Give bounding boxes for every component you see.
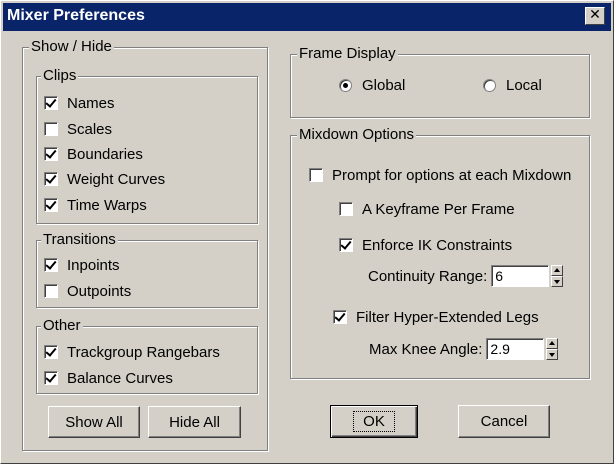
time-warps-label: Time Warps [67,196,147,214]
keyframe-per-frame-checkbox-box[interactable] [339,202,353,216]
frame-display-legend: Frame Display [297,45,398,62]
mixdown-options-legend: Mixdown Options [297,126,417,143]
checkbox-keyframe-per-frame[interactable]: A Keyframe Per Frame [339,199,515,219]
boundaries-label: Boundaries [67,145,143,163]
global-radio-dot[interactable] [339,78,352,92]
filter-legs-label: Filter Hyper-Extended Legs [356,308,539,326]
checkbox-trackgroup-rangebars[interactable]: Trackgroup Rangebars [44,342,220,362]
checkbox-names[interactable]: Names [44,93,115,113]
show-hide-legend: Show / Hide [29,38,114,55]
spin-down-icon[interactable] [546,349,559,360]
show-hide-group: Show / Hide Clips Names Scales Boundarie… [22,38,268,451]
names-label: Names [67,94,115,112]
max-knee-angle-row: Max Knee Angle: 2.9 [369,337,559,361]
checkbox-inpoints[interactable]: Inpoints [44,255,120,275]
close-icon: ✕ [589,7,601,23]
outpoints-label: Outpoints [67,282,132,300]
hide-all-button[interactable]: Hide All [148,406,241,438]
prompt-options-label: Prompt for options at each Mixdown [332,166,572,184]
checkbox-time-warps[interactable]: Time Warps [44,195,147,215]
checkbox-boundaries[interactable]: Boundaries [44,144,143,164]
balance-curves-label: Balance Curves [67,369,173,387]
ok-button[interactable]: OK [330,405,418,438]
global-label: Global [362,76,406,94]
checkbox-filter-legs[interactable]: Filter Hyper-Extended Legs [333,307,539,327]
continuity-range-spinner[interactable] [551,265,564,287]
mixer-preferences-dialog: Mixer Preferences ✕ Show / Hide Clips Na… [0,0,614,464]
show-all-button[interactable]: Show All [48,406,140,438]
weight-curves-checkbox-box[interactable] [44,172,58,186]
outpoints-checkbox-box[interactable] [44,284,58,298]
spin-up-icon[interactable] [546,338,559,349]
max-knee-angle-spinner[interactable] [546,338,559,360]
enforce-ik-checkbox-box[interactable] [339,238,353,252]
trackgroup-rangebars-label: Trackgroup Rangebars [67,343,220,361]
clips-group: Clips Names Scales Boundaries Weight Cur… [36,67,258,224]
weight-curves-label: Weight Curves [67,170,166,188]
balance-curves-checkbox-box[interactable] [44,371,58,385]
clips-legend: Clips [41,67,79,84]
window-title: Mixer Preferences [7,7,145,24]
inpoints-checkbox-box[interactable] [44,258,58,272]
close-button[interactable]: ✕ [585,7,605,25]
mixdown-options-group: Mixdown Options Prompt for options at ea… [290,126,590,379]
continuity-range-input[interactable]: 6 [491,265,550,287]
title-bar[interactable]: Mixer Preferences ✕ [3,3,611,31]
max-knee-angle-input[interactable]: 2.9 [486,338,545,360]
enforce-ik-label: Enforce IK Constraints [362,236,513,254]
time-warps-checkbox-box[interactable] [44,198,58,212]
spin-up-icon[interactable] [551,265,564,276]
trackgroup-rangebars-checkbox-box[interactable] [44,345,58,359]
frame-display-group: Frame Display Global Local [290,45,590,118]
hide-all-label: Hide All [169,414,220,431]
transitions-legend: Transitions [41,231,118,248]
scales-label: Scales [67,120,113,138]
spin-down-icon[interactable] [551,276,564,287]
radio-global[interactable]: Global [339,75,405,95]
radio-local[interactable]: Local [483,75,542,95]
inpoints-label: Inpoints [67,256,120,274]
max-knee-angle-label: Max Knee Angle: [369,340,483,358]
local-radio-dot[interactable] [483,78,496,92]
checkbox-prompt-options[interactable]: Prompt for options at each Mixdown [309,165,571,185]
other-legend: Other [41,317,83,334]
boundaries-checkbox-box[interactable] [44,147,58,161]
transitions-group: Transitions Inpoints Outpoints [36,231,258,308]
checkbox-balance-curves[interactable]: Balance Curves [44,368,173,388]
filter-legs-checkbox-box[interactable] [333,310,347,324]
show-all-label: Show All [65,414,123,431]
continuity-range-row: Continuity Range: 6 [368,264,564,288]
continuity-range-label: Continuity Range: [368,267,488,285]
ok-label: OK [353,411,395,432]
scales-checkbox-box[interactable] [44,122,58,136]
checkbox-enforce-ik[interactable]: Enforce IK Constraints [339,235,512,255]
checkbox-outpoints[interactable]: Outpoints [44,281,131,301]
checkbox-weight-curves[interactable]: Weight Curves [44,169,165,189]
prompt-options-checkbox-box[interactable] [309,168,323,182]
cancel-button[interactable]: Cancel [458,405,550,438]
local-label: Local [506,76,542,94]
keyframe-per-frame-label: A Keyframe Per Frame [362,200,515,218]
cancel-label: Cancel [480,413,528,430]
other-group: Other Trackgroup Rangebars Balance Curve… [36,317,258,394]
names-checkbox-box[interactable] [44,96,58,110]
checkbox-scales[interactable]: Scales [44,119,112,139]
